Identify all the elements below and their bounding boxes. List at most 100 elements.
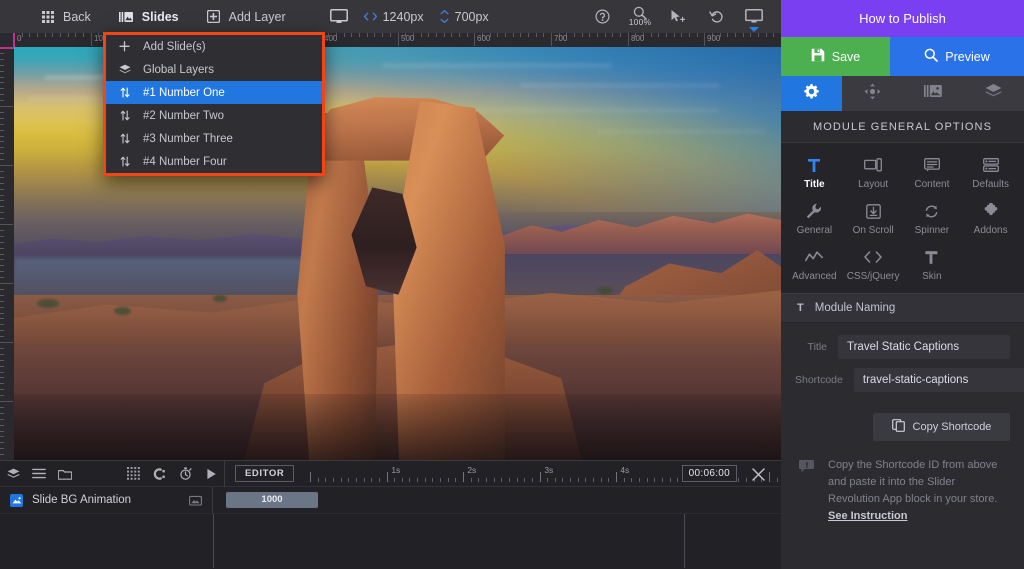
ruler-tick: [582, 33, 583, 37]
sort-icon: [118, 133, 131, 144]
timeline-tick: [478, 477, 480, 482]
timeline-tick: [624, 477, 626, 482]
option-spinner[interactable]: Spinner: [903, 200, 962, 238]
add-cursor-button[interactable]: [661, 0, 695, 33]
ruler-tick: [83, 33, 84, 37]
add-layer-button[interactable]: Add Layer: [193, 0, 300, 33]
menu-item-slide-3[interactable]: #3 Number Three: [106, 127, 322, 150]
timeline-left-icons: [0, 461, 78, 487]
folder-icon[interactable]: [52, 461, 78, 487]
slides-dropdown-menu[interactable]: Add Slide(s) Global Layers #1 Number One…: [103, 32, 325, 176]
copy-shortcode-button[interactable]: Copy Shortcode: [873, 413, 1010, 441]
option-label: Content: [914, 179, 950, 190]
tab-module-settings[interactable]: [781, 76, 842, 111]
menu-item-slide-4[interactable]: #4 Number Four: [106, 150, 322, 173]
copy-icon: [891, 419, 905, 435]
ruler-label: 500: [401, 34, 415, 43]
list-icon[interactable]: [26, 461, 52, 487]
back-button[interactable]: Back: [0, 0, 105, 33]
preview-button[interactable]: Preview: [890, 37, 1024, 76]
ruler-tick: [520, 33, 521, 37]
ruler-tick: [543, 33, 544, 37]
ruler-tick: [758, 33, 759, 37]
option-skin[interactable]: Skin: [903, 246, 962, 284]
ruler-tick: [0, 330, 4, 331]
action-buttons-row: Save Preview: [781, 37, 1024, 76]
option-css-jquery[interactable]: CSS/jQuery: [844, 246, 903, 284]
timeline-tick: [432, 477, 434, 482]
vertical-ruler[interactable]: [0, 47, 14, 460]
option-on-scroll[interactable]: On Scroll: [844, 200, 903, 238]
ruler-tick: [0, 165, 13, 166]
horizontal-arrows-icon: [363, 12, 377, 21]
timeline-tick: [333, 477, 335, 482]
close-icon[interactable]: [745, 461, 771, 487]
option-title[interactable]: Title: [785, 154, 844, 192]
timeline-tick: [777, 477, 779, 482]
layer-media-icon[interactable]: [189, 495, 202, 506]
timeline-layer-row[interactable]: Slide BG Animation 1000: [0, 486, 781, 514]
ruler-tick: [620, 33, 621, 37]
option-defaults[interactable]: Defaults: [961, 154, 1020, 192]
canvas-width-field[interactable]: 1240px: [356, 10, 432, 24]
preview-device-button[interactable]: [737, 0, 771, 33]
option-general[interactable]: General: [785, 200, 844, 238]
tab-layers[interactable]: [963, 76, 1024, 111]
layer-duration-bar[interactable]: 1000: [226, 491, 318, 508]
play-icon[interactable]: [198, 461, 224, 487]
timeline-tick: [394, 477, 396, 482]
timeline-tick: [402, 477, 404, 482]
slides-button[interactable]: Slides: [105, 0, 193, 33]
how-to-publish-button[interactable]: How to Publish: [781, 0, 1024, 37]
ruler-label: 0: [17, 34, 22, 43]
menu-item-slide-1[interactable]: #1 Number One: [106, 81, 322, 104]
ruler-tick: [0, 395, 4, 396]
slider-revolution-editor: Back Slides Add Layer 1240px 700px 100% …: [0, 0, 1024, 569]
module-naming-header[interactable]: T Module Naming: [781, 293, 1024, 323]
undo-button[interactable]: [699, 0, 733, 33]
layers-icon[interactable]: [0, 461, 26, 487]
shortcode-input[interactable]: [853, 368, 1024, 392]
menu-item-slide-2[interactable]: #2 Number Two: [106, 104, 322, 127]
option-advanced[interactable]: Advanced: [785, 246, 844, 284]
menu-item-add-slides[interactable]: Add Slide(s): [106, 35, 322, 58]
content-icon: [923, 156, 940, 174]
tab-slide-thumbs[interactable]: [903, 76, 964, 111]
playhead[interactable]: [684, 514, 685, 568]
tab-slide-settings[interactable]: [842, 76, 903, 111]
ruler-tick: [344, 33, 345, 37]
timeline-empty-area[interactable]: [0, 514, 781, 568]
ruler-tick: [0, 224, 13, 225]
timeline-tick: [570, 477, 572, 482]
editor-mode-button[interactable]: EDITOR: [235, 465, 295, 482]
timeline-tick: [341, 477, 343, 482]
see-instruction-link[interactable]: See Instruction: [828, 510, 907, 522]
ruler-tick: [390, 33, 391, 37]
save-button[interactable]: Save: [781, 37, 890, 76]
ruler-tick: [574, 33, 575, 37]
stopwatch-icon[interactable]: [172, 461, 198, 487]
option-content[interactable]: Content: [903, 154, 962, 192]
add-layer-icon: [206, 10, 220, 23]
ruler-origin-marker: [0, 47, 14, 49]
timeline-tick-label: 2s: [467, 464, 477, 475]
ruler-tick: [0, 82, 4, 83]
ruler-tick: [0, 218, 4, 219]
shrub: [113, 307, 131, 316]
grid-dots-icon[interactable]: [120, 461, 146, 487]
option-layout[interactable]: Layout: [844, 154, 903, 192]
snap-icon[interactable]: [146, 461, 172, 487]
zoom-level-button[interactable]: 100%: [623, 0, 657, 33]
timecode-display[interactable]: 00:06:00: [681, 465, 737, 482]
layer-track[interactable]: 1000: [213, 487, 781, 514]
menu-item-global-layers[interactable]: Global Layers: [106, 58, 322, 81]
title-input[interactable]: [838, 335, 1010, 359]
wrench-icon: [806, 202, 822, 220]
device-desktop-button[interactable]: [322, 0, 356, 33]
cloud: [458, 108, 720, 112]
option-addons[interactable]: Addons: [961, 200, 1020, 238]
ruler-tick: [0, 348, 4, 349]
menu-item-label: #2 Number Two: [143, 109, 224, 122]
canvas-height-field[interactable]: 700px: [432, 10, 497, 24]
help-button[interactable]: [585, 0, 619, 33]
